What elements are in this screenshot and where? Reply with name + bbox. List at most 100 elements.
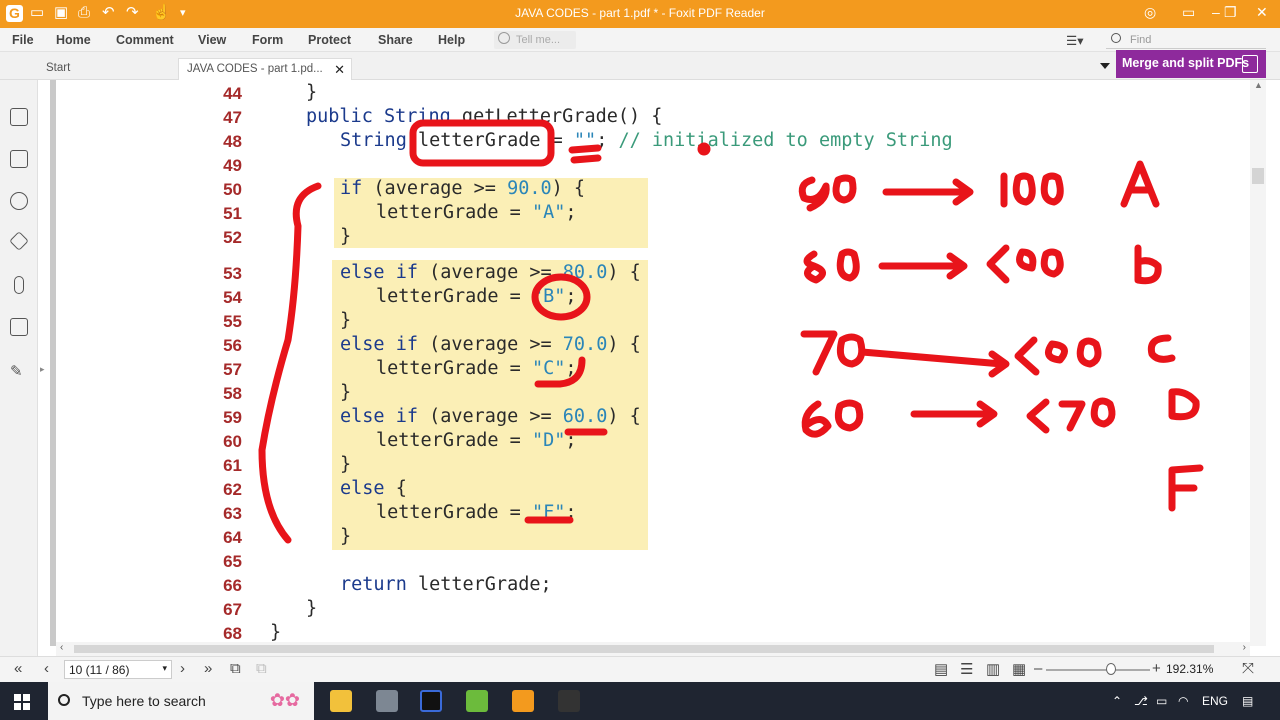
tell-me-input[interactable]: Tell me... — [494, 31, 576, 49]
signature-icon[interactable]: ✎ — [10, 362, 28, 380]
next-page-icon[interactable]: › — [180, 660, 185, 677]
line-number: 55 — [223, 312, 242, 331]
code-line: letterGrade = "B"; — [376, 286, 577, 307]
taskbar-search-box[interactable]: Type here to search ✿✿ — [48, 682, 314, 720]
search-icon — [1111, 33, 1121, 43]
bookmark-icon[interactable] — [10, 108, 28, 126]
zoom-slider-handle[interactable] — [1106, 663, 1116, 675]
pages-icon[interactable] — [10, 150, 28, 168]
line-number: 44 — [223, 84, 242, 103]
restore-icon[interactable]: ❐ — [1224, 4, 1237, 21]
horizontal-scrollbar[interactable]: ‹ › — [56, 642, 1250, 656]
menu-view[interactable]: View — [198, 33, 226, 47]
intellij-icon[interactable] — [420, 690, 442, 712]
vertical-scroll-thumb[interactable] — [1252, 168, 1264, 184]
security-icon[interactable] — [10, 318, 28, 336]
first-page-icon[interactable]: « — [14, 660, 22, 677]
continuous-facing-icon[interactable]: ▦ — [1012, 660, 1026, 678]
notes-app-icon[interactable] — [466, 690, 488, 712]
attachments-icon[interactable] — [14, 276, 24, 294]
menu-file[interactable]: File — [12, 33, 34, 47]
close-icon[interactable]: ✕ — [1256, 4, 1268, 21]
taskbar-search-placeholder: Type here to search — [82, 693, 206, 709]
comments-icon[interactable] — [10, 192, 28, 210]
menu-share[interactable]: Share — [378, 33, 413, 47]
windows-start-icon[interactable] — [14, 694, 30, 710]
scroll-right-icon[interactable]: › — [1243, 642, 1246, 653]
page-number-field[interactable]: 10 (11 / 86) ▾ — [64, 660, 172, 679]
merge-split-label: Merge and split PDFs — [1122, 56, 1250, 70]
facing-page-icon[interactable]: ▥ — [986, 660, 1000, 678]
line-number: 68 — [223, 624, 242, 643]
line-number: 65 — [223, 552, 242, 571]
language-indicator[interactable]: ENG — [1202, 694, 1228, 708]
title-bar: G ▭ ▣ ⎙ ↶ ↷ ☝ ▾ JAVA CODES - part 1.pdf … — [0, 0, 1280, 28]
tab-start[interactable]: Start — [38, 58, 178, 80]
network-app-icon[interactable] — [376, 690, 398, 712]
line-number: 58 — [223, 384, 242, 403]
tray-expand-icon[interactable]: ⌃ — [1112, 694, 1122, 708]
layers-icon[interactable] — [9, 231, 29, 251]
menu-home[interactable]: Home — [56, 33, 91, 47]
search-options-icon[interactable]: ☰▾ — [1066, 33, 1083, 48]
expand-panel-icon[interactable]: ▸ — [40, 364, 45, 375]
line-number: 50 — [223, 180, 242, 199]
scroll-left-icon[interactable]: ‹ — [60, 642, 63, 653]
continuous-page-icon[interactable]: ☰ — [960, 660, 973, 678]
windows-taskbar: Type here to search ✿✿ ⌃ ⎇ ▭ ◠ ENG ▤ — [0, 682, 1280, 720]
vertical-scrollbar[interactable]: ▲ — [1250, 80, 1266, 646]
menu-comment[interactable]: Comment — [116, 33, 174, 47]
code-line: else { — [340, 478, 407, 499]
code-line: else if (average >= 80.0) { — [340, 262, 641, 283]
line-number: 49 — [223, 156, 242, 175]
code-line: } — [306, 82, 318, 103]
line-number: 56 — [223, 336, 242, 355]
single-page-icon[interactable]: ▤ — [934, 660, 948, 678]
code-line: else if (average >= 70.0) { — [340, 334, 641, 355]
code-line: else if (average >= 60.0) { — [340, 406, 641, 427]
code-line: letterGrade = "A"; — [376, 202, 577, 223]
notifications-icon[interactable]: ▤ — [1242, 694, 1253, 708]
copy-page-icon[interactable]: ⧉ — [230, 660, 241, 677]
find-input[interactable]: Find — [1106, 31, 1266, 49]
wifi-icon[interactable]: ◠ — [1178, 694, 1188, 708]
code-line: if (average >= 90.0) { — [340, 178, 586, 199]
zoom-level[interactable]: 192.31% — [1166, 662, 1213, 676]
line-number: 67 — [223, 600, 242, 619]
status-bar: « ‹ 10 (11 / 86) ▾ › » ⧉ ⧉ ▤ ☰ ▥ ▦ – + 1… — [0, 656, 1280, 682]
fullscreen-icon[interactable]: ⤧ — [1242, 660, 1254, 677]
paste-page-icon[interactable]: ⧉ — [256, 660, 267, 677]
line-number: 48 — [223, 132, 242, 151]
tell-me-placeholder: Tell me... — [516, 34, 561, 46]
ribbon-toggle-icon[interactable]: ▭ — [1182, 4, 1195, 21]
file-explorer-icon[interactable] — [330, 690, 352, 712]
page-dropdown-icon[interactable]: ▾ — [162, 663, 167, 674]
account-icon[interactable]: ◎ — [1144, 4, 1156, 21]
last-page-icon[interactable]: » — [204, 660, 212, 677]
tab-list-dropdown-icon[interactable] — [1100, 63, 1110, 69]
document-view[interactable]: 44} 47 public String getLetterGrade() {48 S… — [50, 80, 1250, 646]
tab-start-label: Start — [46, 62, 71, 74]
code-line: } — [340, 454, 352, 475]
line-number: 54 — [223, 288, 242, 307]
menu-help[interactable]: Help — [438, 33, 465, 47]
code-line: } — [340, 382, 352, 403]
tab-document[interactable]: JAVA CODES - part 1.pd... ✕ — [178, 58, 352, 80]
zoom-slider[interactable] — [1046, 669, 1150, 671]
scroll-up-icon[interactable]: ▲ — [1254, 80, 1263, 90]
recorder-icon[interactable] — [558, 690, 580, 712]
close-tab-icon[interactable]: ✕ — [334, 62, 345, 78]
zoom-out-icon[interactable]: – — [1034, 660, 1042, 677]
minimize-icon[interactable]: – — [1212, 4, 1220, 20]
menu-form[interactable]: Form — [252, 33, 283, 47]
zoom-in-icon[interactable]: + — [1152, 660, 1161, 677]
merge-split-button[interactable]: Merge and split PDFs — [1116, 50, 1266, 78]
usb-icon[interactable]: ⎇ — [1134, 694, 1148, 708]
horizontal-scroll-thumb[interactable] — [74, 645, 1214, 653]
line-number: 52 — [223, 228, 242, 247]
foxit-taskbar-icon[interactable] — [512, 690, 534, 712]
menu-protect[interactable]: Protect — [308, 33, 351, 47]
battery-icon[interactable]: ▭ — [1156, 694, 1167, 708]
page-number-value: 10 (11 / 86) — [69, 663, 130, 677]
previous-page-icon[interactable]: ‹ — [44, 660, 49, 677]
